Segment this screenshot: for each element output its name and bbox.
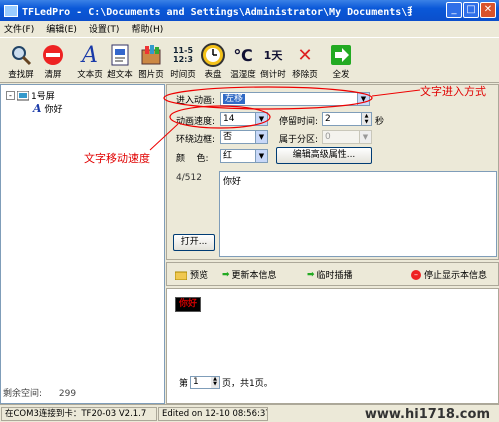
annotation-enter-mode: 文字进入方式: [420, 85, 486, 98]
status-bar: 在COM3连接到卡：TF20-03 V2.1.7 Edited on 12-10…: [0, 404, 499, 422]
annotation-overlay: [149, 86, 421, 151]
annotation-move-speed: 文字移动速度: [84, 152, 150, 165]
edited-time: Edited on 12-10 08:56:37: [158, 407, 268, 421]
watermark: www.hi1718.com: [364, 407, 490, 421]
connection-status: 在COM3连接到卡：TF20-03 V2.1.7: [1, 407, 157, 421]
